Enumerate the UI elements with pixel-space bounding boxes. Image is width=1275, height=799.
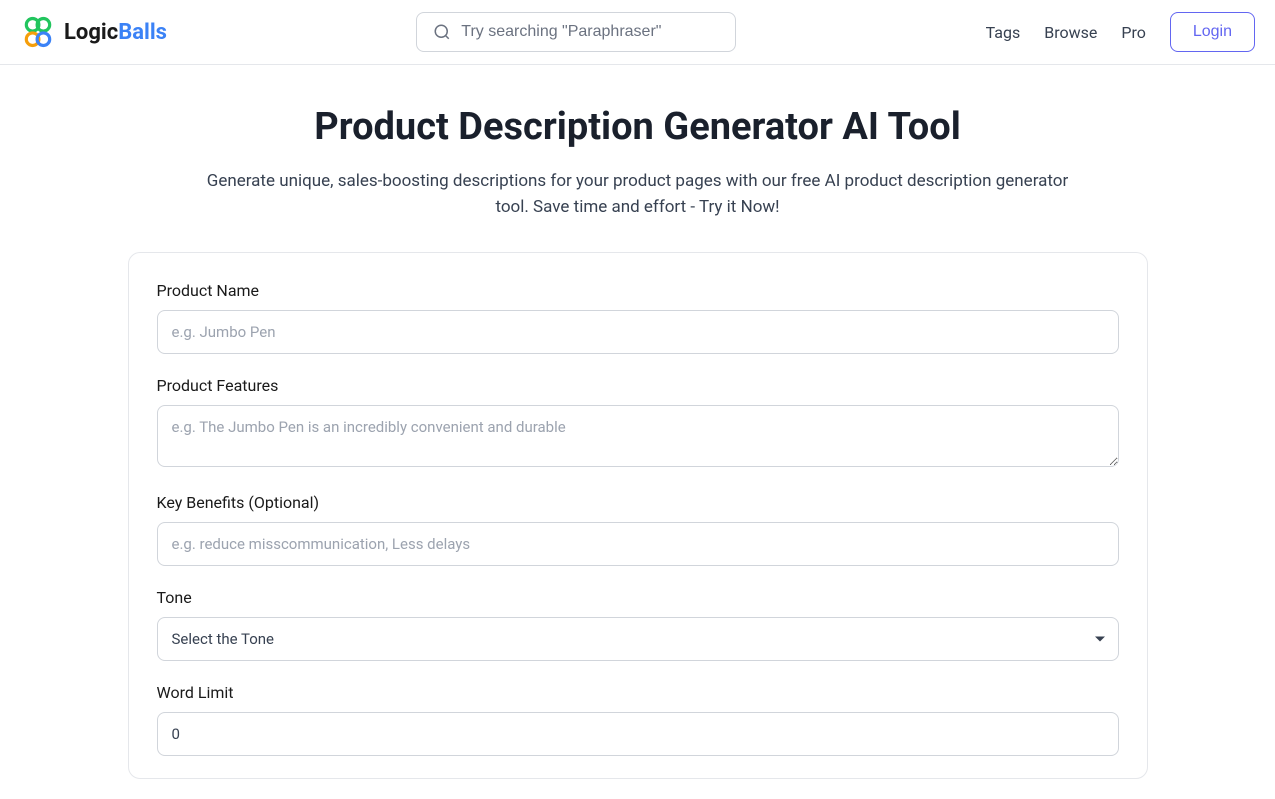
search-box[interactable] — [416, 12, 736, 52]
nav-pro[interactable]: Pro — [1121, 23, 1145, 42]
key-benefits-group: Key Benefits (Optional) — [157, 493, 1119, 566]
product-name-group: Product Name — [157, 281, 1119, 354]
tone-label: Tone — [157, 588, 1119, 607]
product-name-input[interactable] — [157, 310, 1119, 354]
logo[interactable]: LogicBalls — [20, 14, 167, 50]
page-title: Product Description Generator AI Tool — [128, 105, 1148, 149]
nav-browse[interactable]: Browse — [1044, 23, 1097, 42]
key-benefits-input[interactable] — [157, 522, 1119, 566]
product-name-label: Product Name — [157, 281, 1119, 300]
nav-tags[interactable]: Tags — [986, 23, 1021, 42]
form-card: Product Name Product Features Key Benefi… — [128, 252, 1148, 779]
word-limit-label: Word Limit — [157, 683, 1119, 702]
nav: Tags Browse Pro Login — [986, 12, 1255, 52]
product-features-input[interactable] — [157, 405, 1119, 467]
tone-select[interactable]: Select the Tone — [157, 617, 1119, 661]
search-input[interactable] — [461, 23, 719, 41]
key-benefits-label: Key Benefits (Optional) — [157, 493, 1119, 512]
tone-group: Tone Select the Tone — [157, 588, 1119, 661]
product-features-group: Product Features — [157, 376, 1119, 471]
search-container — [187, 12, 966, 52]
logo-icon — [20, 14, 56, 50]
word-limit-input[interactable] — [157, 712, 1119, 756]
logo-text: LogicBalls — [64, 20, 167, 45]
login-button[interactable]: Login — [1170, 12, 1255, 52]
tone-select-wrapper: Select the Tone — [157, 617, 1119, 661]
header: LogicBalls Tags Browse Pro Login — [0, 0, 1275, 65]
search-icon — [433, 23, 451, 41]
product-features-label: Product Features — [157, 376, 1119, 395]
page-subtitle: Generate unique, sales-boosting descript… — [198, 169, 1078, 220]
main: Product Description Generator AI Tool Ge… — [108, 65, 1168, 799]
